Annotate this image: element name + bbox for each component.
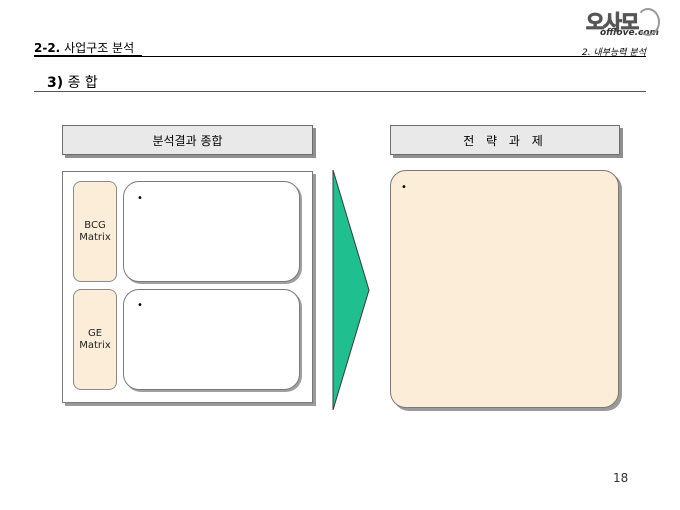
bcg-content-box [123, 181, 300, 282]
ge-label-line1: GE [87, 327, 103, 339]
page-heading-title: 종 합 [67, 75, 98, 91]
page-heading-number: 3) [47, 75, 64, 91]
ge-content-box [123, 289, 300, 390]
strategic-tasks-header: 전 략 과 제 [390, 125, 620, 155]
header-underline [34, 55, 142, 56]
page-heading: 3) 종 합 [47, 72, 98, 92]
analysis-summary-header: 분석결과 종합 [62, 125, 313, 155]
bcg-label-line2: Matrix [79, 231, 111, 243]
page-number: 18 [613, 471, 629, 485]
section-title: 사업구조 분석 [64, 41, 135, 55]
section-number: 2-2. [34, 41, 61, 55]
logo: 오사모 offlove.com [585, 6, 660, 40]
ge-label-line2: Matrix [79, 339, 111, 351]
logo-ring [636, 8, 660, 36]
bcg-bullet: • [137, 193, 143, 204]
strategic-tasks-panel [390, 170, 619, 408]
bcg-matrix-label: BCG Matrix [73, 181, 117, 282]
heading-divider [34, 91, 646, 92]
bcg-label-line1: BCG [84, 219, 106, 231]
section-header: 2-2. 사업구조 분석 [34, 39, 134, 56]
ge-bullet: • [137, 300, 143, 311]
ge-matrix-label: GE Matrix [73, 289, 117, 390]
right-arrow-icon [332, 170, 370, 410]
header-divider [34, 56, 646, 57]
strategic-tasks-bullet: • [401, 182, 407, 193]
